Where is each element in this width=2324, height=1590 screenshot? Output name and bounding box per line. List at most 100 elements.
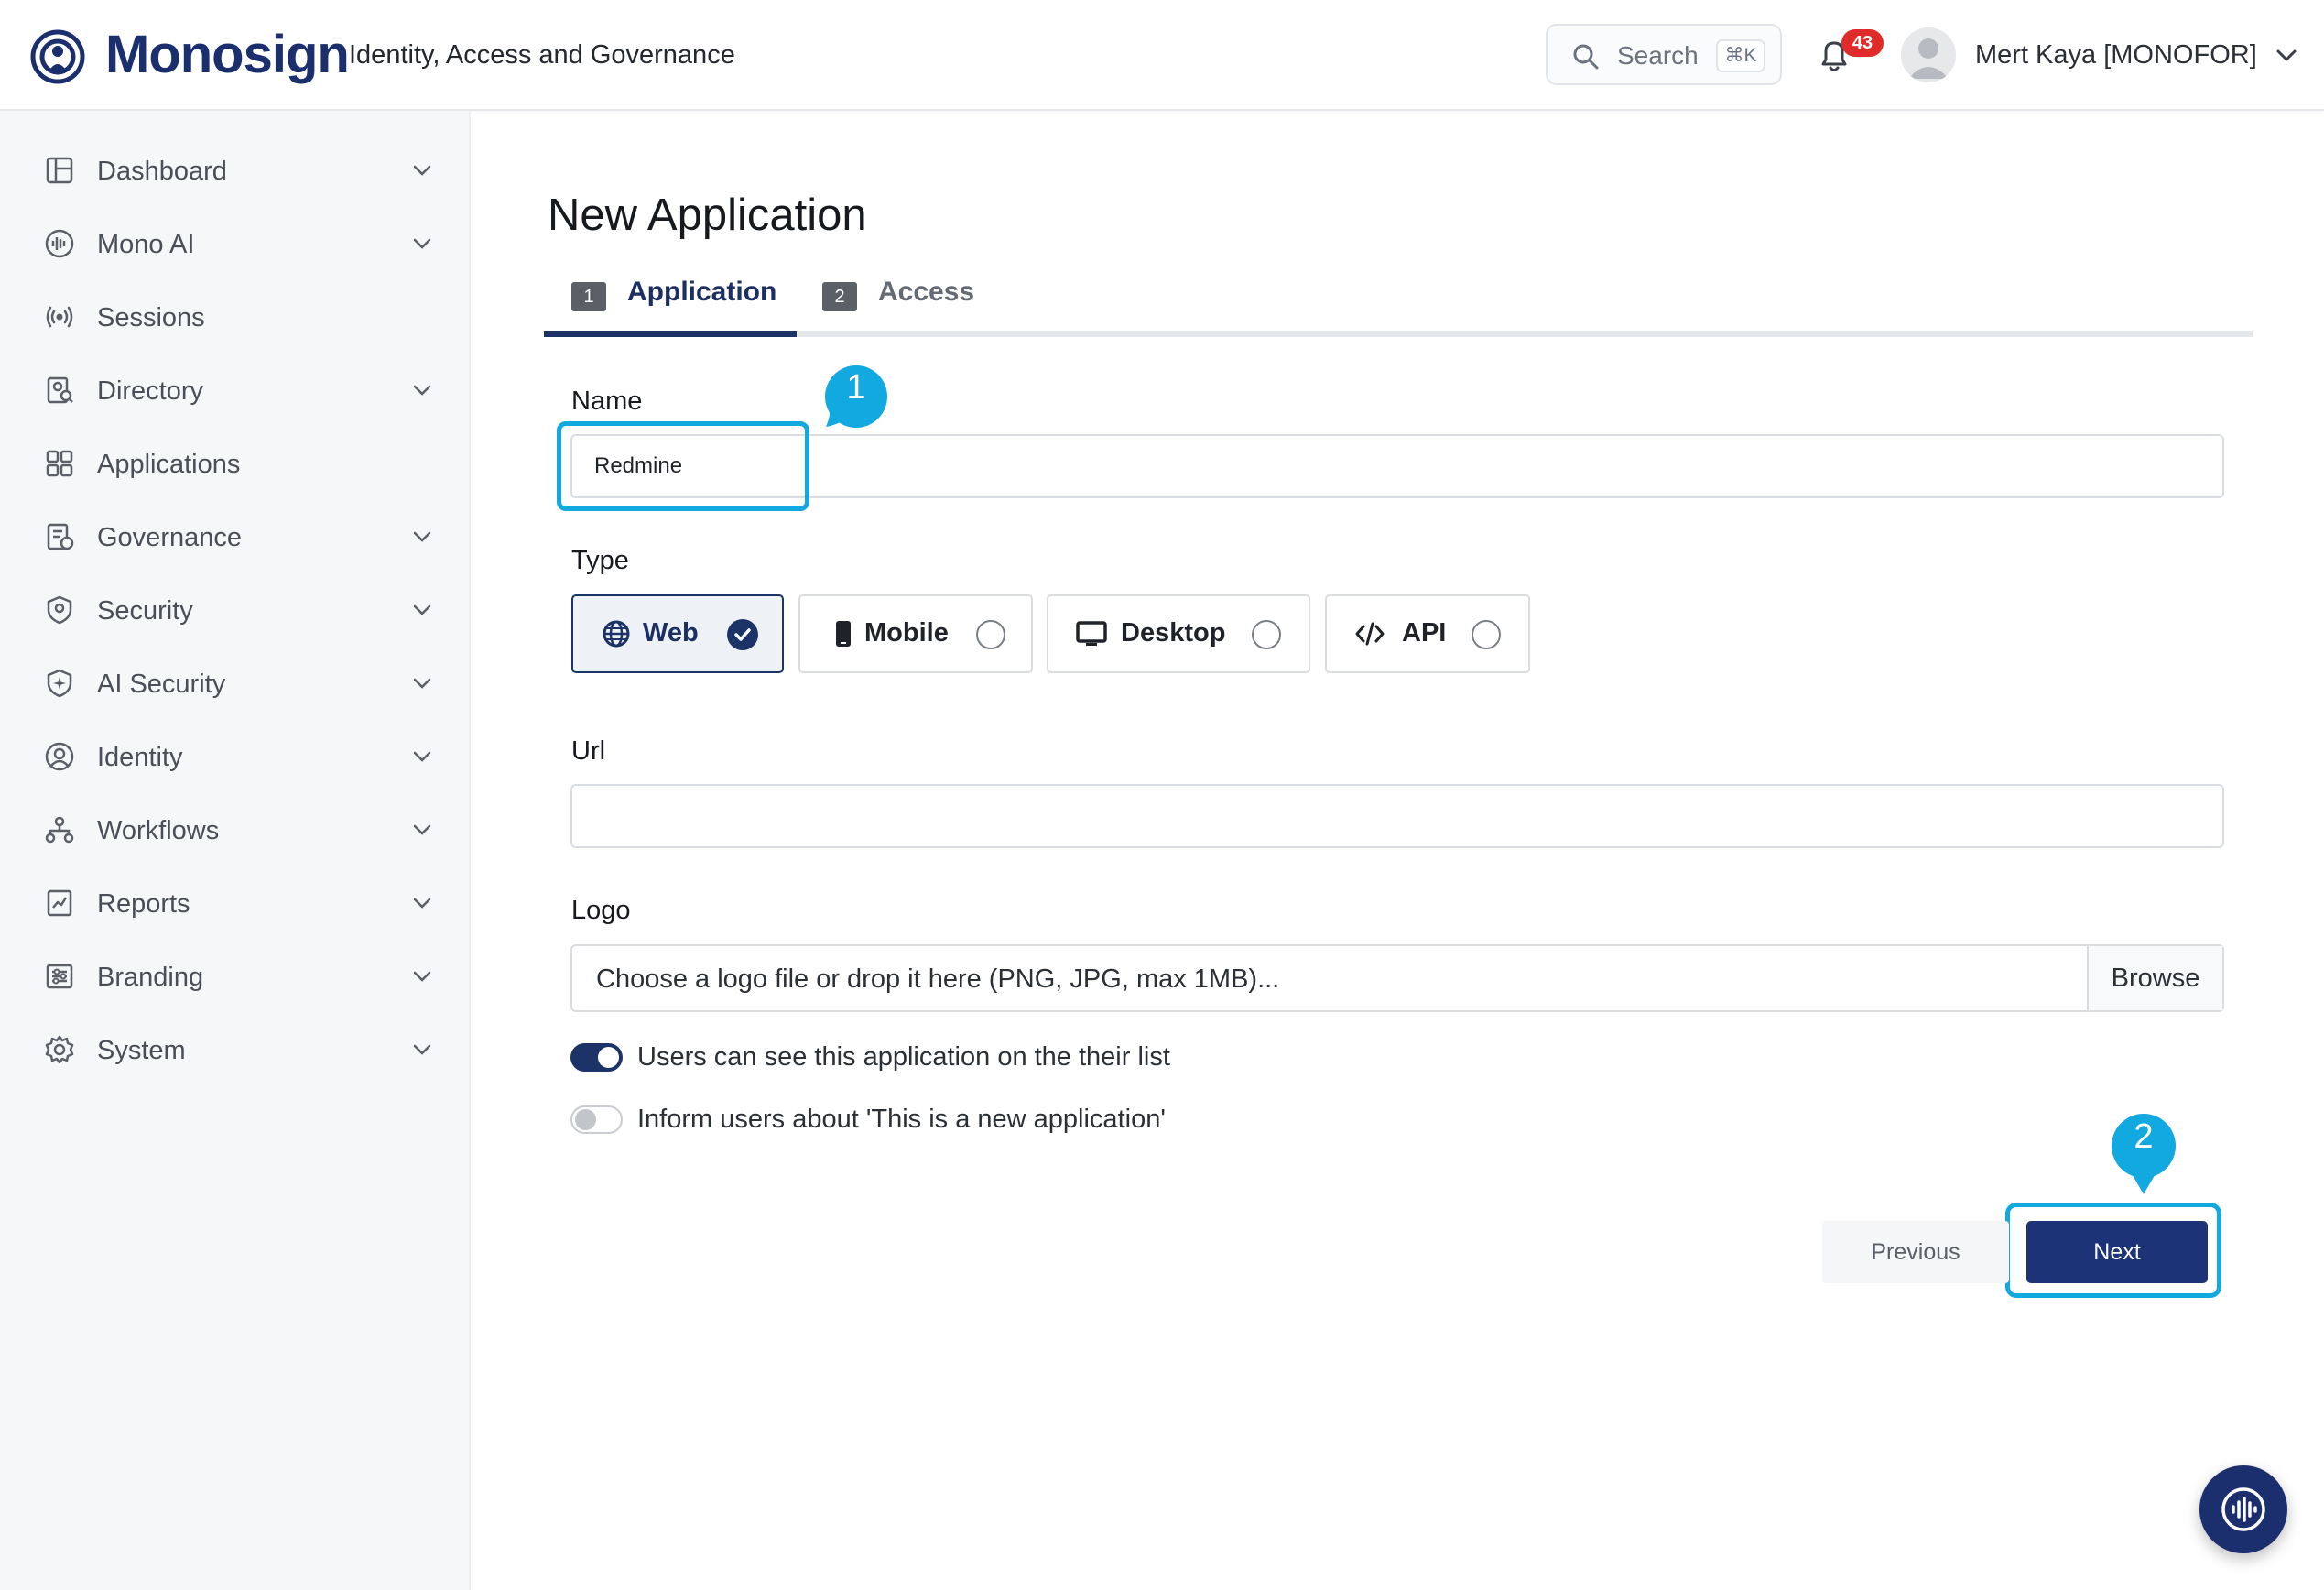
dashboard-icon (46, 157, 73, 184)
sidebar-item-label: Dashboard (97, 157, 227, 186)
type-option-web[interactable]: Web (571, 594, 784, 673)
chevron-down-icon (413, 751, 431, 762)
tab-step-number: 2 (822, 282, 857, 311)
sidebar-item-governance[interactable]: Governance (0, 505, 471, 569)
name-label: Name (571, 387, 643, 416)
sidebar-item-sessions[interactable]: Sessions (0, 285, 471, 349)
assistant-icon (2221, 1487, 2265, 1531)
search-label: Search (1617, 41, 1699, 70)
visibility-toggle[interactable] (570, 1043, 623, 1072)
toggle-knob (575, 1109, 596, 1130)
type-option-desktop[interactable]: Desktop (1047, 594, 1310, 673)
top-header: Monosign Identity, Access and Governance… (0, 0, 2324, 111)
callout-1: 1 (817, 363, 888, 430)
url-input[interactable] (572, 786, 2222, 846)
mono-ai-icon (45, 229, 74, 258)
tabs-divider (544, 331, 2253, 337)
radio-unchecked-icon (976, 620, 1005, 649)
tab-step-number: 1 (571, 282, 606, 311)
tab-access[interactable]: 2 Access (822, 275, 996, 321)
sidebar-item-security[interactable]: Security (0, 578, 471, 642)
chevron-down-icon (413, 1044, 431, 1055)
name-field-highlight (557, 421, 809, 511)
sidebar-item-label: Sessions (97, 303, 205, 332)
name-input[interactable] (572, 436, 2222, 496)
callout-number: 2 (2134, 1117, 2154, 1156)
sidebar-item-label: AI Security (97, 670, 226, 699)
desktop-icon (1076, 621, 1107, 646)
sidebar-item-label: Branding (97, 963, 204, 992)
next-button[interactable]: Next (2026, 1221, 2208, 1283)
sidebar-item-reports[interactable]: Reports (0, 871, 471, 935)
sidebar-item-workflows[interactable]: Workflows (0, 798, 471, 862)
logo-label: Logo (571, 896, 631, 925)
chevron-down-icon (413, 971, 431, 982)
sidebar-item-label: Directory (97, 376, 204, 406)
sidebar-item-applications[interactable]: Applications (0, 431, 471, 496)
applications-icon (46, 450, 73, 477)
avatar[interactable] (1901, 27, 1956, 82)
sidebar-item-ai-security[interactable]: AI Security (0, 651, 471, 715)
monosign-logo-icon (30, 29, 85, 84)
sidebar-item-dashboard[interactable]: Dashboard (0, 138, 471, 202)
type-option-label: Mobile (864, 618, 949, 648)
brand-name[interactable]: Monosign (105, 24, 350, 85)
search-shortcut: ⌘K (1716, 39, 1765, 72)
logo-file-input[interactable]: Choose a logo file or drop it here (PNG,… (570, 944, 2224, 1012)
user-circle-icon (45, 742, 74, 771)
type-option-api[interactable]: API (1325, 594, 1530, 673)
code-icon (1355, 622, 1385, 646)
sidebar-item-label: Mono AI (97, 230, 195, 259)
browse-button[interactable]: Browse (2087, 946, 2222, 1010)
reports-icon (47, 889, 72, 917)
type-option-label: Web (643, 618, 699, 648)
sidebar-item-label: Governance (97, 523, 242, 552)
logo-file-placeholder: Choose a logo file or drop it here (PNG,… (596, 964, 1280, 994)
tab-label: Application (627, 277, 777, 307)
previous-button[interactable]: Previous (1822, 1221, 2009, 1283)
sidebar-item-identity[interactable]: Identity (0, 724, 471, 789)
workflows-icon (45, 816, 74, 844)
mobile-icon (836, 621, 851, 647)
search-icon (1573, 44, 1599, 70)
assistant-fab-button[interactable] (2199, 1465, 2287, 1553)
inform-users-toggle[interactable] (570, 1105, 623, 1134)
tab-label: Access (878, 277, 975, 307)
sessions-icon (46, 306, 73, 328)
type-option-mobile[interactable]: Mobile (798, 594, 1033, 673)
search-button[interactable]: Search ⌘K (1546, 24, 1782, 85)
name-field[interactable] (570, 434, 2224, 498)
chevron-down-icon (413, 165, 431, 176)
sidebar-item-system[interactable]: System (0, 1018, 471, 1082)
branding-icon (46, 964, 73, 989)
chevron-down-icon (413, 898, 431, 909)
url-label: Url (571, 736, 606, 766)
sidebar-item-branding[interactable]: Branding (0, 944, 471, 1008)
page-title: New Application (548, 191, 867, 240)
sidebar-item-label: Workflows (97, 816, 220, 845)
tab-application[interactable]: 1 Application (571, 275, 777, 321)
type-option-label: Desktop (1121, 618, 1226, 648)
radio-unchecked-icon (1472, 620, 1501, 649)
sidebar-item-directory[interactable]: Directory (0, 358, 471, 422)
sidebar-item-label: System (97, 1036, 186, 1065)
gear-icon (45, 1035, 74, 1064)
type-option-label: API (1402, 618, 1447, 648)
sidebar-item-mono-ai[interactable]: Mono AI (0, 212, 471, 276)
inform-users-toggle-label: Inform users about 'This is a new applic… (637, 1105, 1166, 1134)
chevron-down-icon (413, 604, 431, 615)
chevron-down-icon (413, 531, 431, 542)
url-field[interactable] (570, 784, 2224, 848)
user-placeholder-icon (1908, 38, 1949, 79)
sidebar-item-label: Reports (97, 889, 190, 919)
shield-icon (47, 595, 72, 625)
active-tab-indicator (544, 331, 797, 337)
globe-icon (603, 620, 630, 648)
chevron-down-icon (413, 238, 431, 249)
radio-unchecked-icon (1252, 620, 1281, 649)
toggle-knob (598, 1047, 619, 1068)
radio-checked-icon (727, 619, 758, 650)
sidebar-item-label: Applications (97, 450, 241, 479)
user-name[interactable]: Mert Kaya [MONOFOR] (1975, 40, 2257, 71)
chevron-down-icon[interactable] (2275, 46, 2298, 64)
